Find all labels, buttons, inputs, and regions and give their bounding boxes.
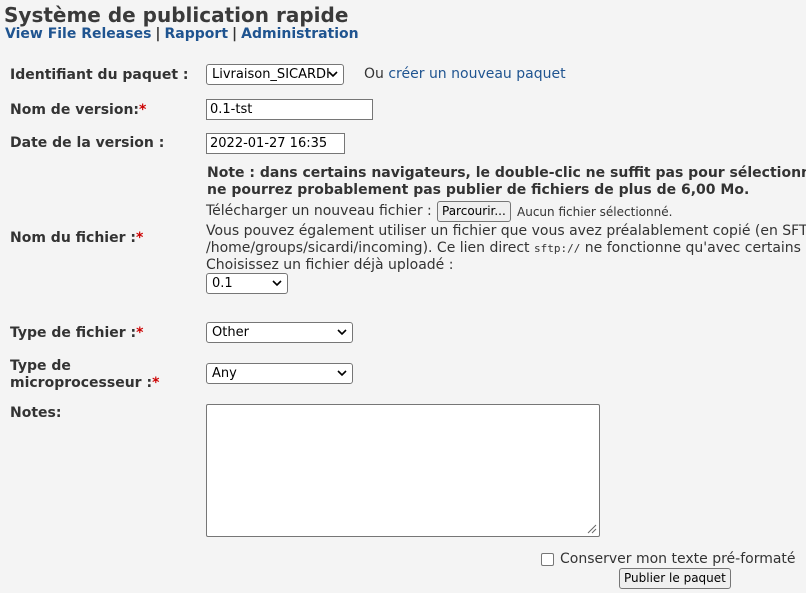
uploaded-file-select[interactable]: 0.1 [206,273,288,294]
nav-separator: | [155,26,161,42]
nav-separator: | [232,26,238,42]
no-file-text: Aucun fichier sélectionné. [517,205,673,219]
required-mark: * [139,102,147,118]
date-input[interactable]: 2022-01-27 16:35 [206,133,345,154]
filetype-value: Other [212,325,249,340]
file-label: Nom du fichier :* [10,230,144,246]
chevron-down-icon [337,329,347,336]
version-input[interactable]: 0.1-tst [206,99,373,120]
package-select[interactable]: Livraison_SICARDI [206,64,344,85]
keep-format-label: Conserver mon texte pré-formaté [560,551,796,567]
filetype-label: Type de fichier :* [10,325,144,341]
keep-format-checkbox[interactable] [541,553,554,566]
create-package-link[interactable]: créer un nouveau paquet [388,66,565,82]
package-select-value: Livraison_SICARDI [212,67,330,82]
publish-button[interactable]: Publier le paquet [619,568,731,589]
nav-bar: View File Releases | Rapport | Administratio… [5,26,359,42]
also-line-1: Vous pouvez également utiliser un fichie… [206,223,806,239]
file-note: Note : dans certains navigateurs, le dou… [207,165,806,199]
choose-uploaded-label: Choisissez un fichier déjà uploadé : [206,257,454,273]
create-package-line: Ou créer un nouveau paquet [364,66,566,82]
chevron-down-icon [328,71,338,78]
also-line-2: /home/groups/sicardi/incoming). Ce lien … [206,240,801,256]
resize-grip-icon[interactable] [585,522,597,534]
upload-label: Télécharger un nouveau fichier : [206,203,432,219]
nav-view-file-releases[interactable]: View File Releases [5,26,151,42]
chevron-down-icon [337,370,347,377]
note-line-1: Note : dans certains navigateurs, le dou… [207,165,806,181]
version-label: Nom de version:* [10,102,147,118]
notes-label: Notes: [10,405,62,421]
nav-administration[interactable]: Administration [241,26,358,42]
browse-button[interactable]: Parcourir... [437,201,511,222]
nav-rapport[interactable]: Rapport [165,26,229,42]
page-title: Système de publication rapide [4,3,349,27]
processor-label: Type de microprocesseur :* [10,358,160,391]
date-label: Date de la version : [10,135,165,151]
or-text: Ou [364,66,384,82]
notes-textarea[interactable] [206,404,600,537]
note-line-2: ne pourrez probablement pas publier de f… [207,182,750,198]
uploaded-file-value: 0.1 [212,276,233,291]
required-mark: * [135,230,144,246]
required-mark: * [136,325,144,341]
chevron-down-icon [272,280,282,287]
filetype-select[interactable]: Other [206,322,353,343]
processor-select[interactable]: Any [206,363,353,384]
package-label: Identifiant du paquet : [10,67,189,83]
processor-value: Any [212,366,237,381]
required-mark: * [152,375,160,391]
sftp-link-text: sftp:// [533,242,581,255]
